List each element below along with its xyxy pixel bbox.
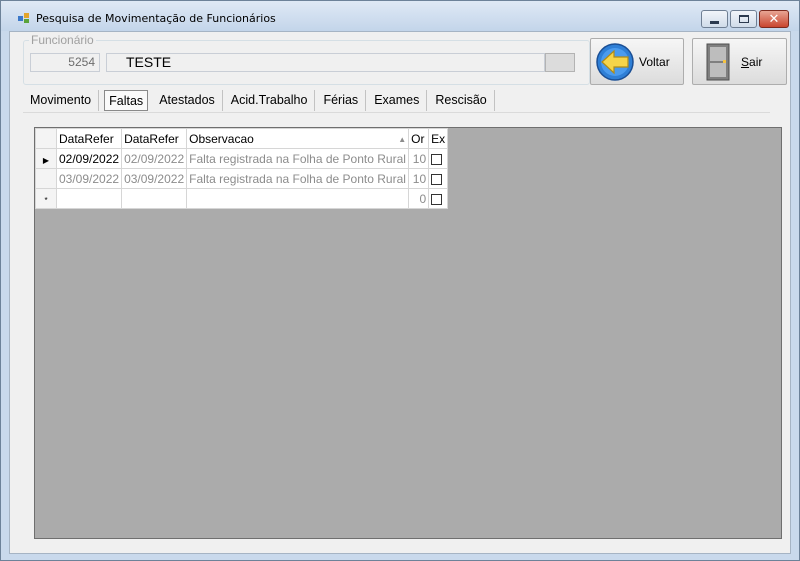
current-row-icon: ▶: [42, 155, 50, 165]
row-selector[interactable]: [35, 168, 57, 189]
sort-ascending-icon: ▲: [398, 134, 407, 144]
form-client-area: Funcionário 5254 TESTE Voltar Sair Movim…: [9, 31, 791, 554]
window-title: Pesquisa de Movimentação de Funcionários: [36, 12, 276, 25]
ex-checkbox[interactable]: [431, 193, 443, 205]
cell-ex[interactable]: [428, 188, 449, 209]
cell-datarefer-1[interactable]: [55, 188, 123, 209]
faltas-table: DataRefer DataRefer Observacao ▲ Or Ex ▶ …: [35, 128, 449, 209]
app-icon: [18, 13, 29, 23]
tab-movimento[interactable]: Movimento: [23, 90, 100, 111]
cell-or[interactable]: 10: [408, 148, 430, 169]
cell-observacao[interactable]: Falta registrada na Folha de Ponto Rural: [186, 148, 410, 169]
ex-checkbox[interactable]: [431, 173, 443, 185]
table-header-row: DataRefer DataRefer Observacao ▲ Or Ex: [35, 128, 449, 149]
new-row-selector[interactable]: *: [35, 188, 57, 209]
sair-label: Sair: [741, 55, 763, 69]
close-button[interactable]: ✕: [759, 10, 789, 28]
arrow-left-icon: [596, 43, 634, 81]
table-new-row[interactable]: * 0: [35, 188, 449, 209]
table-row[interactable]: ▶ 02/09/2022 02/09/2022 Falta registrada…: [35, 148, 449, 169]
sair-button[interactable]: Sair: [692, 38, 787, 85]
ex-checkbox[interactable]: [431, 153, 443, 165]
tab-faltas[interactable]: Faltas: [104, 90, 149, 111]
maximize-icon: [738, 15, 749, 23]
tab-ferias[interactable]: Férias: [316, 90, 367, 111]
maximize-button[interactable]: [730, 10, 757, 28]
cell-ex[interactable]: [428, 148, 449, 169]
application-window: Pesquisa de Movimentação de Funcionários…: [0, 0, 800, 561]
cell-datarefer-2[interactable]: 03/09/2022: [121, 168, 188, 189]
employee-lookup-button[interactable]: [545, 53, 575, 72]
table-row[interactable]: 03/09/2022 03/09/2022 Falta registrada n…: [35, 168, 449, 189]
cell-or[interactable]: 10: [408, 168, 430, 189]
close-icon: ✕: [768, 11, 780, 27]
row-selector[interactable]: ▶: [35, 148, 57, 169]
cell-or[interactable]: 0: [408, 188, 430, 209]
employee-name-field[interactable]: TESTE: [106, 53, 545, 72]
cell-datarefer-2[interactable]: [121, 188, 188, 209]
tab-rescisao[interactable]: Rescisão: [428, 90, 495, 111]
column-header-ex[interactable]: Ex: [428, 128, 449, 149]
tab-strip: Movimento Faltas Atestados Acid.Trabalho…: [23, 90, 496, 112]
cell-observacao[interactable]: [186, 188, 410, 209]
voltar-label: Voltar: [639, 55, 670, 69]
employee-code-field[interactable]: 5254: [30, 53, 100, 72]
column-header-datarefer-2[interactable]: DataRefer: [121, 128, 188, 149]
cell-ex[interactable]: [428, 168, 449, 189]
cell-datarefer-2[interactable]: 02/09/2022: [121, 148, 188, 169]
cell-datarefer-1[interactable]: 03/09/2022: [55, 168, 123, 189]
tab-atestados[interactable]: Atestados: [152, 90, 223, 111]
column-header-observacao-label: Observacao: [189, 131, 254, 146]
cell-observacao[interactable]: Falta registrada na Folha de Ponto Rural: [186, 168, 410, 189]
column-header-observacao[interactable]: Observacao ▲: [186, 128, 410, 149]
minimize-icon: [710, 20, 719, 24]
tab-divider: [23, 112, 770, 113]
cell-datarefer-1[interactable]: 02/09/2022: [55, 148, 123, 169]
voltar-button[interactable]: Voltar: [590, 38, 684, 85]
column-header-datarefer-1[interactable]: DataRefer: [55, 128, 123, 149]
header-corner[interactable]: [35, 128, 57, 149]
faltas-datagrid[interactable]: DataRefer DataRefer Observacao ▲ Or Ex ▶ …: [34, 127, 782, 539]
new-row-icon: *: [44, 195, 48, 205]
column-header-or[interactable]: Or: [408, 128, 430, 149]
title-bar[interactable]: Pesquisa de Movimentação de Funcionários…: [1, 1, 799, 31]
minimize-button[interactable]: [701, 10, 728, 28]
tab-acid-trabalho[interactable]: Acid.Trabalho: [224, 90, 316, 111]
tab-exames[interactable]: Exames: [367, 90, 428, 111]
employee-group-label: Funcionário: [29, 33, 96, 47]
exit-door-icon: [706, 43, 730, 81]
